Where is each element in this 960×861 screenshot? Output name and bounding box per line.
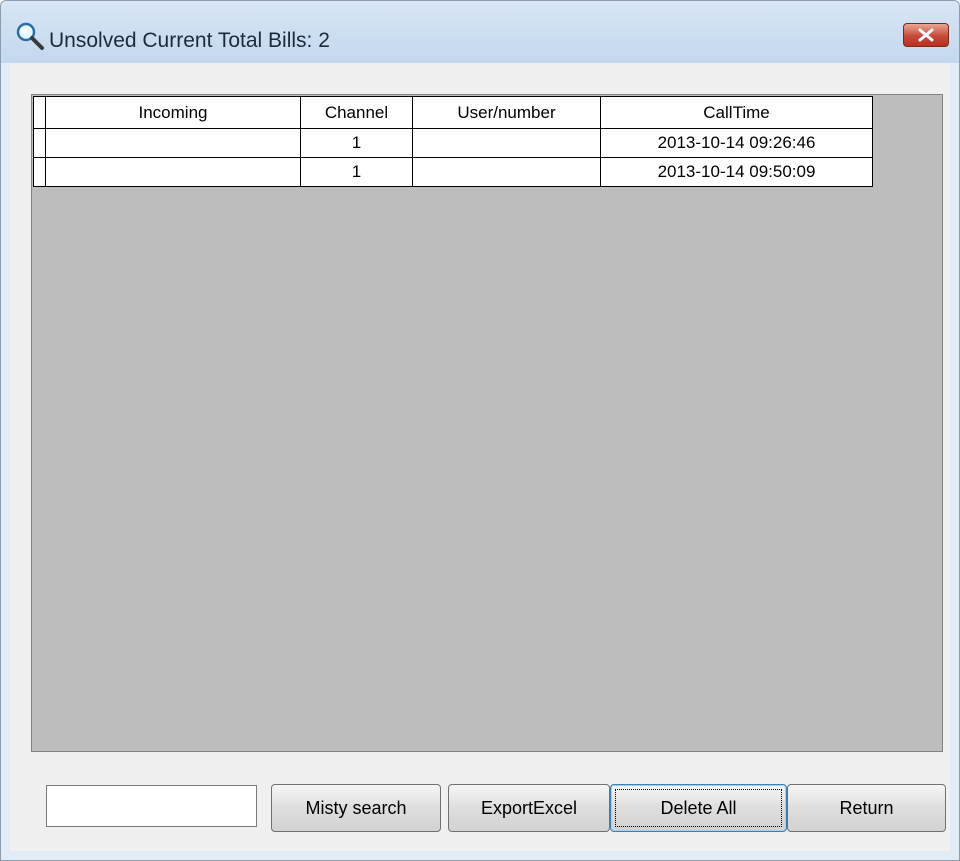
misty-search-button[interactable]: Misty search [271, 784, 441, 832]
window-title: Unsolved Current Total Bills: 2 [49, 29, 330, 52]
table-row[interactable]: 1 2013-10-14 09:26:46 [33, 128, 873, 158]
action-bar: Misty search ExportExcel Delete All Retu… [10, 768, 950, 832]
close-icon [918, 28, 934, 42]
column-header-user-number[interactable]: User/number [412, 96, 601, 129]
row-indicator-header [33, 96, 46, 129]
cell-incoming[interactable] [45, 157, 301, 187]
return-button[interactable]: Return [787, 784, 946, 832]
search-input[interactable] [46, 785, 257, 827]
bills-table: Incoming Channel User/number CallTime 1 … [33, 96, 873, 187]
row-indicator[interactable] [33, 157, 46, 187]
magnifier-icon [16, 22, 44, 50]
cell-channel[interactable]: 1 [300, 128, 413, 158]
delete-all-button[interactable]: Delete All [610, 784, 787, 832]
column-header-incoming[interactable]: Incoming [45, 96, 301, 129]
column-header-calltime[interactable]: CallTime [600, 96, 873, 129]
cell-user-number[interactable] [412, 157, 601, 187]
cell-calltime[interactable]: 2013-10-14 09:26:46 [600, 128, 873, 158]
window-content: Incoming Channel User/number CallTime 1 … [10, 63, 950, 851]
title-bar[interactable]: Unsolved Current Total Bills: 2 [1, 1, 959, 63]
close-button[interactable] [903, 23, 949, 47]
bills-grid[interactable]: Incoming Channel User/number CallTime 1 … [31, 94, 943, 752]
cell-channel[interactable]: 1 [300, 157, 413, 187]
cell-incoming[interactable] [45, 128, 301, 158]
cell-calltime[interactable]: 2013-10-14 09:50:09 [600, 157, 873, 187]
cell-user-number[interactable] [412, 128, 601, 158]
row-indicator[interactable] [33, 128, 46, 158]
column-header-channel[interactable]: Channel [300, 96, 413, 129]
export-excel-button[interactable]: ExportExcel [448, 784, 610, 832]
unsolved-window: Unsolved Current Total Bills: 2 Incoming… [0, 0, 960, 861]
table-row[interactable]: 1 2013-10-14 09:50:09 [33, 157, 873, 187]
table-header-row: Incoming Channel User/number CallTime [33, 96, 873, 129]
focus-indicator [615, 789, 782, 827]
